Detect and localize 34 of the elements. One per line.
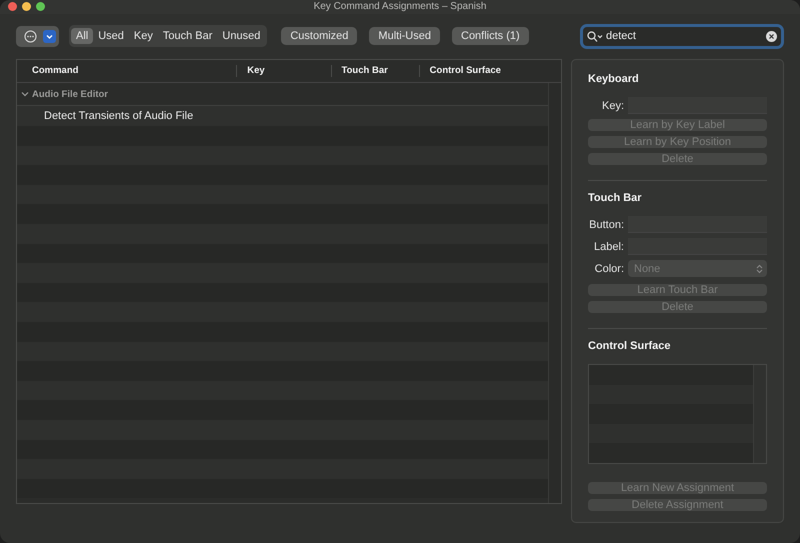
action-menu-button[interactable] xyxy=(16,26,59,47)
more-icon xyxy=(24,30,37,43)
section-title: Keyboard xyxy=(588,73,640,85)
column-header[interactable]: Key xyxy=(236,65,331,77)
filter-tab[interactable]: Unused xyxy=(217,28,266,44)
filter-tab[interactable]: Used xyxy=(93,28,129,44)
filter-tab[interactable]: Key xyxy=(128,28,158,44)
filter-toggle-button[interactable]: Customized xyxy=(281,27,358,46)
column-header[interactable]: Control Surface xyxy=(418,65,548,77)
search-field[interactable]: detect xyxy=(606,30,763,42)
filter-tab[interactable]: Touch Bar xyxy=(158,28,218,44)
command-row[interactable]: Detect Transients of Audio File xyxy=(17,106,548,126)
field-label: Color: xyxy=(594,262,624,274)
window-title: Key Command Assignments – Spanish xyxy=(312,1,488,12)
group-name: Audio File Editor xyxy=(32,88,108,100)
search-bar[interactable]: detect xyxy=(580,24,784,49)
clear-icon[interactable] xyxy=(766,30,777,42)
column-header[interactable]: Touch Bar xyxy=(330,65,419,77)
filter-tab[interactable]: All xyxy=(71,28,94,44)
stepper-icon xyxy=(756,264,763,274)
filter-toggle-button[interactable]: Multi-Used xyxy=(369,27,440,46)
disclosure-icon[interactable] xyxy=(21,90,29,98)
chevron-down-icon xyxy=(43,30,56,43)
field-label: Button: xyxy=(588,218,624,230)
field-label: Key: xyxy=(600,100,624,112)
section-title: Touch Bar xyxy=(588,192,643,204)
close-button[interactable] xyxy=(8,2,17,12)
zoom-button[interactable] xyxy=(36,2,45,12)
column-header[interactable]: Command xyxy=(17,65,236,77)
minimize-button[interactable] xyxy=(22,2,31,12)
field-label: Label: xyxy=(593,240,624,252)
section-title: Control Surface xyxy=(588,340,672,352)
search-icon xyxy=(587,30,603,42)
filter-toggle-button[interactable]: Conflicts (1) xyxy=(452,27,529,46)
